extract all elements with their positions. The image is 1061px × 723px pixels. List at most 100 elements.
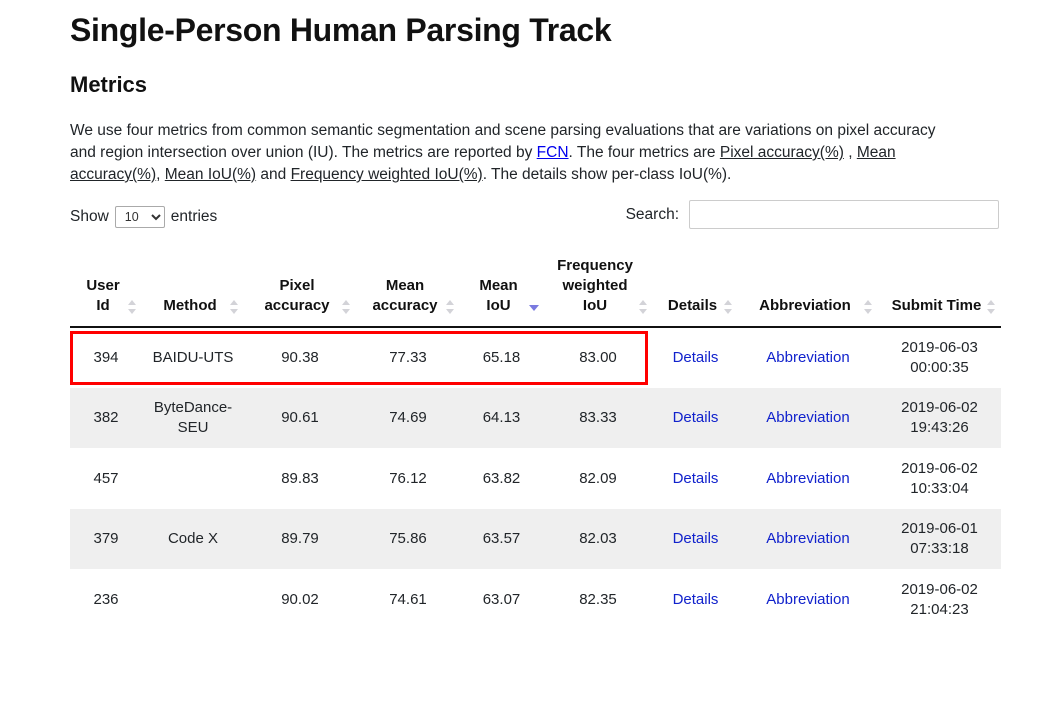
column-header-pixel-accuracy[interactable]: Pixel accuracy — [244, 248, 356, 328]
cell-method: ByteDance-SEU — [153, 399, 233, 436]
metrics-description: We use four metrics from common semantic… — [70, 100, 942, 186]
cell-abbreviation-link[interactable]: Abbreviation — [766, 591, 849, 608]
cell-abbreviation-link[interactable]: Abbreviation — [766, 409, 849, 426]
metric-name-freq-weighted-iou: Frequency weighted IoU(%) — [290, 166, 483, 183]
page-title: Single-Person Human Parsing Track — [70, 12, 612, 48]
cell-pixel-accuracy: 89.83 — [244, 448, 356, 509]
sort-toggle-icon[interactable] — [446, 300, 455, 314]
cell-method: Code X — [167, 530, 219, 547]
cell-method — [142, 448, 244, 509]
table-header-row: User Id Method Pixel accuracy Mean accuracy… — [70, 248, 1001, 328]
metric-name-pixel-accuracy: Pixel accuracy(%) — [719, 144, 844, 161]
leaderboard-table: User Id Method Pixel accuracy Mean accuracy… — [70, 248, 1001, 630]
column-header-submit-time[interactable]: Submit Time — [878, 248, 1001, 328]
cell-user-id: 394 — [70, 326, 142, 388]
cell-user-id: 236 — [70, 569, 142, 630]
column-header-mean-iou[interactable]: Mean IoU — [460, 248, 543, 328]
cell-abbreviation[interactable]: Abbreviation — [738, 388, 878, 449]
cell-user-id: 457 — [70, 448, 142, 509]
cell-details-link[interactable]: Details — [673, 409, 719, 426]
cell-mean-accuracy: 74.61 — [356, 569, 460, 630]
sort-toggle-icon[interactable] — [864, 300, 873, 314]
cell-details-link[interactable]: Details — [673, 530, 719, 547]
cell-details-link[interactable]: Details — [673, 470, 719, 487]
sort-toggle-icon[interactable] — [724, 300, 733, 314]
cell-mean-iou: 65.18 — [460, 326, 543, 388]
table-controls: Show 102550100 entries Search: — [70, 200, 1001, 244]
column-header-mean-accuracy[interactable]: Mean accuracy — [356, 248, 460, 328]
sort-descending-icon[interactable] — [529, 300, 539, 314]
cell-pixel-accuracy: 90.02 — [244, 569, 356, 630]
entries-per-page-select[interactable]: 102550100 — [114, 206, 165, 228]
cell-details[interactable]: Details — [653, 448, 738, 509]
column-header-label: Abbreviation — [759, 297, 851, 314]
cell-mean-iou: 63.82 — [460, 448, 543, 509]
intro-sep-3: and — [256, 166, 291, 183]
section-title-metrics: Metrics — [70, 72, 148, 97]
submit-date: 2019-06-03 — [901, 339, 978, 356]
sort-toggle-icon[interactable] — [342, 300, 351, 314]
column-header-user-id[interactable]: User Id — [70, 248, 142, 328]
intro-text-part3: . The details show per-class IoU(%). — [482, 166, 732, 183]
table-row[interactable]: 382 ByteDance-SEU 90.61 74.69 64.13 83.33 Deta… — [70, 388, 1001, 449]
cell-user-id: 382 — [93, 409, 119, 426]
column-header-label: Mean IoU — [479, 277, 518, 314]
cell-pixel-accuracy: 90.61 — [281, 409, 319, 426]
cell-abbreviation[interactable]: Abbreviation — [738, 509, 878, 570]
sort-toggle-icon[interactable] — [128, 300, 137, 314]
column-header-abbreviation[interactable]: Abbreviation — [738, 248, 878, 328]
entries-length-control: Show 102550100 entries — [70, 206, 217, 228]
cell-details-link[interactable]: Details — [673, 349, 719, 366]
sort-toggle-icon[interactable] — [230, 300, 239, 314]
cell-submit-time: 2019-06-02 21:04:23 — [878, 569, 1001, 630]
cell-abbreviation-link[interactable]: Abbreviation — [766, 349, 849, 366]
search-control: Search: — [626, 200, 999, 229]
cell-details[interactable]: Details — [653, 326, 738, 388]
cell-abbreviation[interactable]: Abbreviation — [738, 326, 878, 388]
sort-toggle-icon[interactable] — [639, 300, 648, 314]
cell-freq-weighted-iou: 82.35 — [543, 569, 653, 630]
cell-freq-weighted-iou: 83.33 — [579, 409, 617, 426]
column-header-details[interactable]: Details — [653, 248, 738, 328]
submit-clock: 00:00:35 — [910, 359, 969, 376]
fcn-link[interactable]: FCN — [537, 144, 569, 161]
cell-mean-accuracy: 76.12 — [356, 448, 460, 509]
submit-clock: 10:33:04 — [910, 480, 969, 497]
cell-details[interactable]: Details — [653, 569, 738, 630]
column-header-method[interactable]: Method — [142, 248, 244, 328]
table-row[interactable]: 457 89.83 76.12 63.82 82.09 Details Abbreviati… — [70, 448, 1001, 509]
cell-freq-weighted-iou: 82.09 — [543, 448, 653, 509]
sort-toggle-icon[interactable] — [987, 300, 996, 314]
table-body: 394 BAIDU-UTS 90.38 77.33 65.18 83.00 Details A… — [70, 326, 1001, 630]
cell-user-id: 379 — [93, 530, 119, 547]
cell-freq-weighted-iou: 82.03 — [579, 530, 617, 547]
table-row[interactable]: 379 Code X 89.79 75.86 63.57 82.03 Details Abbr… — [70, 509, 1001, 570]
cell-mean-iou: 63.07 — [460, 569, 543, 630]
submit-clock: 07:33:18 — [910, 540, 969, 557]
table-row[interactable]: 394 BAIDU-UTS 90.38 77.33 65.18 83.00 Details A… — [70, 326, 1001, 388]
entries-label: entries — [170, 208, 218, 225]
column-header-frequency-weighted-iou[interactable]: Frequency weighted IoU — [543, 248, 653, 328]
cell-abbreviation[interactable]: Abbreviation — [738, 448, 878, 509]
cell-abbreviation[interactable]: Abbreviation — [738, 569, 878, 630]
intro-sep-2: , — [156, 166, 165, 183]
search-label: Search: — [625, 205, 679, 223]
cell-details[interactable]: Details — [653, 509, 738, 570]
cell-abbreviation-link[interactable]: Abbreviation — [766, 530, 849, 547]
cell-mean-accuracy: 75.86 — [389, 530, 427, 547]
cell-method — [142, 569, 244, 630]
column-header-label: Mean accuracy — [372, 277, 438, 314]
cell-submit-time: 2019-06-02 19:43:26 — [878, 388, 1001, 449]
cell-details-link[interactable]: Details — [673, 591, 719, 608]
search-input[interactable] — [689, 200, 999, 229]
submit-date: 2019-06-02 — [901, 399, 978, 416]
cell-abbreviation-link[interactable]: Abbreviation — [766, 470, 849, 487]
cell-freq-weighted-iou: 83.00 — [543, 326, 653, 388]
submit-date: 2019-06-02 — [901, 581, 978, 598]
cell-pixel-accuracy: 90.38 — [244, 326, 356, 388]
cell-details[interactable]: Details — [653, 388, 738, 449]
cell-mean-iou: 63.57 — [482, 530, 521, 547]
submit-date: 2019-06-01 — [901, 520, 978, 537]
column-header-label: Details — [667, 297, 718, 314]
table-row[interactable]: 236 90.02 74.61 63.07 82.35 Details Abbreviati… — [70, 569, 1001, 630]
